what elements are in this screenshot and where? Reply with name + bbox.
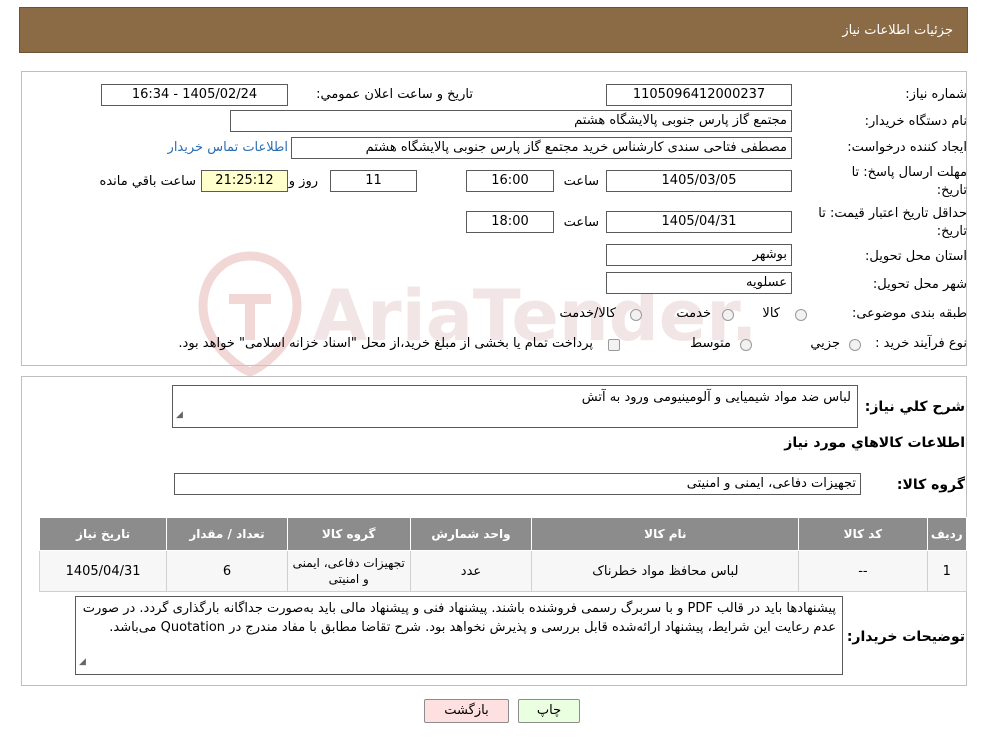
- cell-item-name: لباس محافظ مواد خطرناک: [531, 550, 800, 592]
- print-button[interactable]: چاپ: [518, 699, 580, 723]
- cell-row-number: 1: [926, 550, 967, 592]
- announce-datetime-field: 1405/02/24 - 16:34: [101, 84, 288, 106]
- resize-grip-icon: ◢: [79, 657, 86, 667]
- buyer-notes-field: پیشنهادها باید در قالب PDF و با سربرگ رس…: [75, 596, 843, 675]
- goods-group-label: گروه کالا:: [896, 477, 965, 493]
- col-quantity: تعداد / مقدار: [166, 517, 288, 551]
- need-number-field: 1105096412000237: [606, 84, 792, 106]
- back-button[interactable]: بازگشت: [424, 699, 509, 723]
- cell-need-date: 1405/04/31: [38, 550, 168, 592]
- city-field: عسلویه: [606, 272, 792, 294]
- items-table: رديف کد کالا نام کالا واحد شمارش گروه کا…: [38, 517, 967, 592]
- category-option-goods-service: کالا/خدمت: [559, 306, 616, 321]
- buyer-notes-text: پیشنهادها باید در قالب PDF و با سربرگ رس…: [82, 601, 836, 635]
- remaining-label: ساعت باقي مانده: [99, 174, 196, 189]
- buyer-notes-label: توضيحات خريدار:: [846, 629, 965, 645]
- treasury-note: پرداخت تمام يا بخشی از مبلغ خريد،از محل …: [178, 336, 593, 351]
- reply-deadline-days: 11: [330, 170, 417, 192]
- cell-unit: عدد: [409, 550, 533, 592]
- reply-deadline-time: 16:00: [466, 170, 554, 192]
- watermark-logo: AriaTender.neT: [198, 251, 903, 377]
- city-label: شهر محل تحويل:: [872, 277, 967, 292]
- goods-section-title: اطلاعات کالاهاي مورد نياز: [784, 435, 965, 451]
- reply-deadline-label: مهلت ارسال پاسخ: تا: [851, 165, 967, 180]
- summary-field: لباس ضد مواد شیمیایی و آلومینیومی ورود ب…: [172, 385, 858, 428]
- treasury-checkbox[interactable]: [608, 339, 620, 351]
- process-option-minor: جزيي: [810, 336, 840, 351]
- price-validity-label-date: تاريخ:: [936, 224, 967, 239]
- buyer-org-label: نام دستگاه خريدار:: [864, 114, 967, 129]
- col-item-code: کد کالا: [798, 517, 928, 551]
- category-radio-goods[interactable]: [795, 309, 807, 321]
- remaining-time: 21:25:12: [201, 170, 288, 192]
- price-validity-time: 18:00: [466, 211, 554, 233]
- buyer-org-field: مجتمع گاز پارس جنوبی پالایشگاه هشتم: [230, 110, 792, 132]
- price-validity-time-label: ساعت: [563, 215, 599, 230]
- watermark: AriaTender.neT: [195, 248, 903, 382]
- col-unit: واحد شمارش: [409, 517, 533, 551]
- col-need-date: تاريخ نياز: [38, 517, 168, 551]
- cell-item-code: --: [798, 550, 928, 592]
- category-radio-goods-service[interactable]: [630, 309, 642, 321]
- summary-text: لباس ضد مواد شیمیایی و آلومینیومی ورود ب…: [581, 390, 851, 405]
- province-label: استان محل تحويل:: [865, 249, 967, 264]
- page-title: جزئیات اطلاعات نیاز: [842, 23, 953, 38]
- days-label: روز و: [288, 174, 318, 189]
- cell-quantity: 6: [166, 550, 288, 592]
- need-number-label: شماره نیاز:: [905, 87, 967, 102]
- reply-deadline-date: 1405/03/05: [606, 170, 792, 192]
- col-item-group: گروه کالا: [286, 517, 411, 551]
- watermark-emblem-icon: [198, 251, 302, 377]
- price-validity-date: 1405/04/31: [606, 211, 792, 233]
- category-label: طبقه بندی موضوعی:: [851, 306, 967, 321]
- purchase-process-label: نوع فرآيند خريد :: [875, 336, 967, 351]
- province-field: بوشهر: [606, 244, 792, 266]
- reply-deadline-time-label: ساعت: [563, 174, 599, 189]
- process-option-medium: متوسط: [690, 336, 731, 351]
- table-row: 1 -- لباس محافظ مواد خطرناک عدد تجهیزات …: [38, 550, 967, 592]
- category-option-goods: کالا: [762, 306, 780, 321]
- category-radio-service[interactable]: [722, 309, 734, 321]
- announce-datetime-label: تاريخ و ساعت اعلان عمومي:: [316, 87, 473, 102]
- table-header-row: رديف کد کالا نام کالا واحد شمارش گروه کا…: [38, 517, 967, 551]
- buyer-contact-link[interactable]: اطلاعات تماس خريدار: [168, 140, 288, 155]
- page-header: جزئیات اطلاعات نیاز: [19, 7, 968, 53]
- price-validity-label: حداقل تاريخ اعتبار قيمت: تا: [818, 206, 967, 221]
- resize-grip-icon: ◢: [176, 410, 183, 420]
- requester-label: ايجاد کننده درخواست:: [847, 140, 967, 155]
- col-row-number: رديف: [926, 517, 967, 551]
- requester-field: مصطفی فتاحی سندی کارشناس خرید مجتمع گاز …: [291, 137, 792, 159]
- summary-label: شرح کلي نياز:: [864, 399, 965, 415]
- process-radio-medium[interactable]: [740, 339, 752, 351]
- process-radio-minor[interactable]: [849, 339, 861, 351]
- cell-item-group: تجهیزات دفاعی، ایمنی و امنیتی: [286, 550, 411, 592]
- goods-group-field: تجهیزات دفاعی، ایمنی و امنیتی: [174, 473, 861, 495]
- category-option-service: خدمت: [676, 306, 711, 321]
- col-item-name: نام کالا: [531, 517, 800, 551]
- reply-deadline-label-date: تاريخ:: [936, 183, 967, 198]
